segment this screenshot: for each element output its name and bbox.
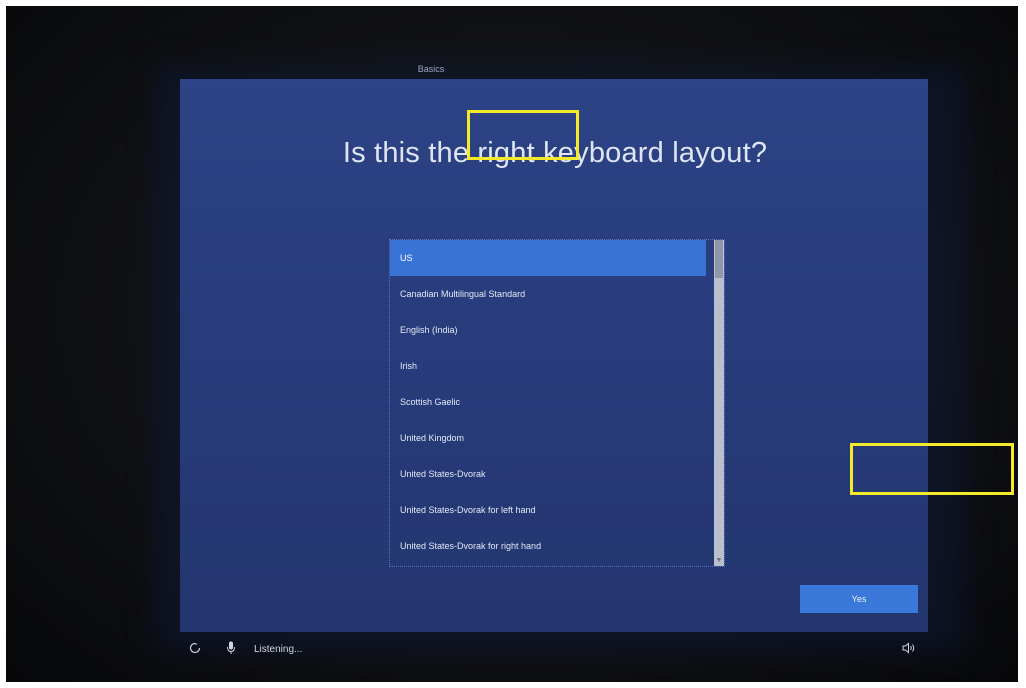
scrollbar[interactable]: ▼ <box>714 240 724 566</box>
annotation-highlight-box <box>467 110 579 160</box>
keyboard-layout-list[interactable]: US Canadian Multilingual Standard Englis… <box>389 239 725 567</box>
microphone-icon-svg <box>227 641 235 654</box>
yes-button[interactable]: Yes <box>800 585 918 613</box>
list-item[interactable]: English (India) <box>390 312 706 348</box>
scroll-thumb[interactable] <box>715 240 723 278</box>
scroll-down-arrow-icon[interactable]: ▼ <box>714 557 724 565</box>
list-item[interactable]: United States-Dvorak for left hand <box>390 492 706 528</box>
screen-photo: Basics Is this the right keyboard layout… <box>6 6 1018 682</box>
microphone-icon[interactable] <box>222 641 240 659</box>
setup-panel: Is this the right keyboard layout? US Ca… <box>180 79 928 632</box>
bottom-bar: Listening... <box>176 638 936 664</box>
list-item[interactable]: Irish <box>390 348 706 384</box>
list-item[interactable]: United States-Dvorak <box>390 456 706 492</box>
annotation-highlight-box <box>850 443 1014 495</box>
listening-status: Listening... <box>254 644 303 655</box>
volume-icon[interactable] <box>900 641 918 659</box>
list-item[interactable]: United States-Dvorak for right hand <box>390 528 706 564</box>
list-item[interactable]: Canadian Multilingual Standard <box>390 276 706 312</box>
volume-icon-svg <box>902 642 915 654</box>
list-item-us[interactable]: US <box>390 240 706 276</box>
ease-of-access-icon-svg <box>189 642 201 654</box>
list-item[interactable]: Scottish Gaelic <box>390 384 706 420</box>
list-item[interactable]: United Kingdom <box>390 420 706 456</box>
ease-of-access-icon[interactable] <box>186 641 204 659</box>
